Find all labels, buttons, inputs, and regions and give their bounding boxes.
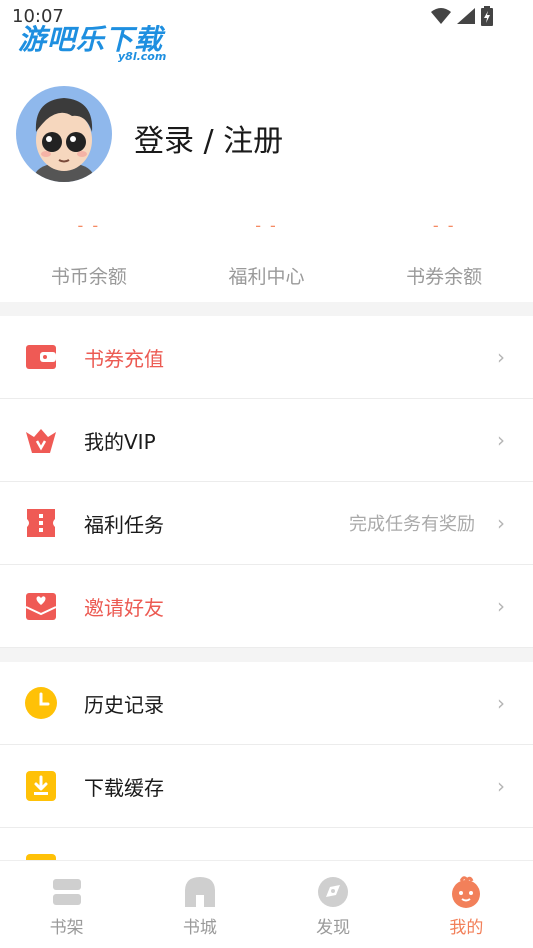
crown-icon bbox=[26, 429, 56, 453]
menu-item-voucher-recharge[interactable]: 书券充值 › bbox=[0, 316, 533, 399]
chevron-right-icon: › bbox=[497, 774, 505, 798]
bottom-tab-bar: 书架 书城 发现 我的 bbox=[0, 860, 533, 948]
stat-welfare-center[interactable]: - - 福利中心 bbox=[178, 212, 356, 302]
watermark-sub-text: y8l.com bbox=[118, 50, 167, 63]
menu-item-label: 下载缓存 bbox=[84, 775, 164, 800]
menu-item-hint: 完成任务有奖励 bbox=[349, 514, 475, 535]
chevron-right-icon: › bbox=[497, 428, 505, 452]
chevron-right-icon: › bbox=[497, 594, 505, 618]
tab-label: 我的 bbox=[449, 918, 484, 938]
clock-icon bbox=[25, 687, 57, 719]
watermark-logo: 游吧乐下载 y8l.com bbox=[18, 18, 166, 63]
tab-mine[interactable]: 我的 bbox=[400, 861, 533, 948]
section-divider bbox=[0, 302, 533, 316]
stat-value: - - bbox=[432, 216, 456, 235]
chevron-right-icon: › bbox=[497, 345, 505, 369]
tab-bookstore[interactable]: 书城 bbox=[133, 861, 266, 948]
battery-icon bbox=[481, 6, 493, 26]
chevron-right-icon: › bbox=[497, 691, 505, 715]
chevron-right-icon: › bbox=[497, 511, 505, 535]
wallet-icon bbox=[26, 345, 56, 369]
menu-item-label: 我的VIP bbox=[84, 429, 156, 454]
menu-item-label: 书券充值 bbox=[84, 346, 164, 371]
stat-voucher-balance[interactable]: - - 书券余额 bbox=[355, 212, 533, 302]
menu-item-label: 历史记录 bbox=[84, 692, 164, 717]
envelope-heart-icon bbox=[25, 593, 57, 620]
tab-label: 书城 bbox=[182, 918, 217, 938]
menu-item-invite-friends[interactable]: 邀请好友 › bbox=[0, 565, 533, 648]
bookstore-icon bbox=[184, 877, 215, 907]
tab-label: 书架 bbox=[49, 918, 84, 938]
stats-row: - - 书币余额 - - 福利中心 - - 书券余额 bbox=[0, 212, 533, 302]
menu-item-history[interactable]: 历史记录 › bbox=[0, 662, 533, 745]
tab-discover[interactable]: 发现 bbox=[267, 861, 400, 948]
stat-coin-balance[interactable]: - - 书币余额 bbox=[0, 212, 178, 302]
stat-value: - - bbox=[77, 216, 101, 235]
profile-mascot-icon bbox=[452, 876, 481, 908]
bookshelf-icon bbox=[52, 879, 81, 905]
stat-label: 书券余额 bbox=[406, 266, 483, 288]
download-icon bbox=[26, 771, 56, 801]
avatar-face-icon bbox=[34, 98, 94, 182]
menu-item-download-cache[interactable]: 下载缓存 › bbox=[0, 745, 533, 828]
tab-label: 发现 bbox=[316, 918, 351, 938]
profile-header[interactable]: 登录 / 注册 bbox=[0, 82, 533, 192]
status-icons bbox=[431, 6, 493, 26]
menu-item-welfare-tasks[interactable]: 福利任务 完成任务有奖励 › bbox=[0, 482, 533, 565]
discover-icon bbox=[318, 877, 349, 907]
menu-item-label: 福利任务 bbox=[84, 512, 164, 537]
section-divider bbox=[0, 648, 533, 662]
avatar[interactable] bbox=[16, 86, 112, 182]
menu-group-account: 书券充值 › 我的VIP › 福利任务 完成任务有奖励 › 邀请好友 › bbox=[0, 316, 533, 648]
ticket-icon bbox=[27, 509, 55, 537]
signal-icon bbox=[457, 8, 475, 24]
menu-item-label: 邀请好友 bbox=[84, 595, 164, 620]
tab-bookshelf[interactable]: 书架 bbox=[0, 861, 133, 948]
menu-item-my-vip[interactable]: 我的VIP › bbox=[0, 399, 533, 482]
login-register-link[interactable]: 登录 / 注册 bbox=[134, 116, 283, 160]
wifi-icon bbox=[431, 8, 451, 24]
stat-label: 书币余额 bbox=[50, 266, 127, 288]
stat-value: - - bbox=[255, 216, 278, 235]
stat-label: 福利中心 bbox=[228, 266, 305, 288]
